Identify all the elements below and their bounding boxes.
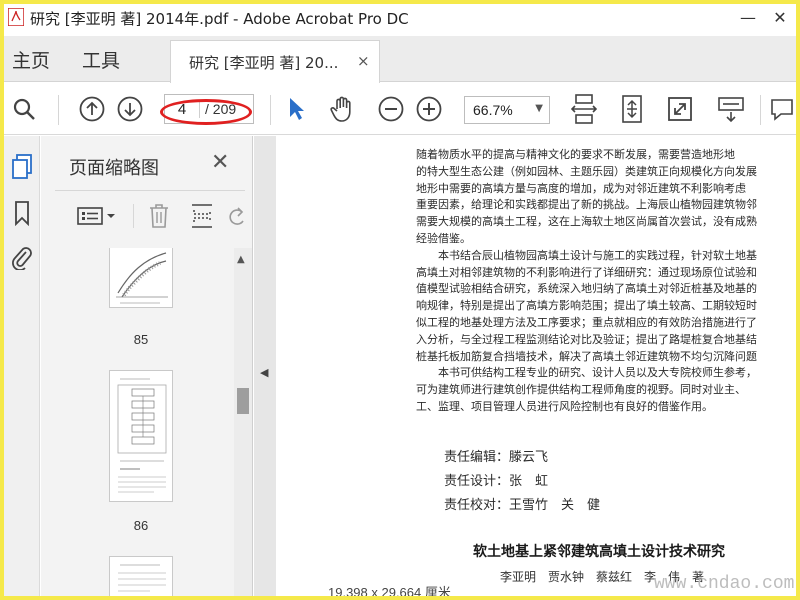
body-text-line: 入分析，与全过程工程监测结论对比及验证；提出了路堤桩复合地基结 [416, 332, 757, 346]
main-toolbar: / 209 66.7% ▼ [4, 83, 796, 135]
rotate-page-icon[interactable] [225, 200, 249, 232]
body-text-line: 地形中需要的高填方量与高度的增加，成为对邻近建筑不利影响考虑 [416, 181, 746, 195]
collapse-left-icon[interactable]: ◀ [260, 366, 268, 379]
body-text-line: 工、监理、项目管理人员进行风险控制也有良好的借鉴作用。 [416, 400, 713, 413]
page-up-icon[interactable] [76, 83, 108, 135]
fit-width-icon[interactable] [568, 83, 600, 135]
body-text-line: 需要大规模的高填土工程，这在上海软土地区尚属首次尝试，没有成熟 [416, 215, 757, 229]
close-window-button[interactable]: ✕ [766, 4, 794, 30]
thumbnails-panel: 页面缩略图 ✕ 85 86 ▲ [41, 136, 253, 596]
chevron-down-icon: ▼ [535, 103, 543, 114]
thumbnail-list: 85 86 [41, 248, 237, 596]
tab-home[interactable]: 主页 [12, 46, 50, 73]
panel-collapse-strip[interactable]: ◀ [254, 136, 276, 596]
title-bar: 研究 [李亚明 著] 2014年.pdf - Adobe Acrobat Pro… [4, 4, 796, 30]
toolbar-divider [760, 95, 761, 125]
body-text-line: 经验借鉴。 [416, 232, 471, 245]
red-highlight-oval [160, 99, 252, 125]
body-text-line: 可为建筑师进行建筑创作提供结构工程师角度的视野。同时对业主、 [416, 383, 746, 397]
tab-bar: 主页 工具 研究 [李亚明 著] 20... × [4, 36, 796, 83]
body-text-line: 值模型试验相结合研究，系统深入地归纳了高填土对邻近桩基及地基的 [416, 282, 757, 296]
tab-tools[interactable]: 工具 [82, 46, 120, 73]
body-text-line: 本书可供结构工程专业的研究、设计人员以及大专院校师生参考， [416, 366, 757, 380]
body-text-line: 本书结合辰山植物园高填土设计与施工的实践过程，针对软土地基 [416, 248, 757, 262]
body-text-line: 随着物质水平的提高与精神文化的要求不断发展，需要营造地形地 [416, 148, 735, 161]
panel-title: 页面缩略图 [69, 158, 159, 179]
watermark-text: www.cndao.com [654, 574, 795, 594]
body-text-line: 重要因素，给理论和实践都提出了新的挑战。上海辰山植物园建筑物邻 [416, 198, 757, 212]
thumbnail-label: 86 [133, 518, 149, 533]
scrollbar-thumb[interactable] [237, 388, 249, 414]
zoom-in-icon[interactable] [414, 83, 444, 135]
attachment-icon[interactable] [9, 242, 35, 272]
thumbnail-scrollbar[interactable]: ▲ [234, 248, 252, 596]
body-text-line: 响规律，特别是提出了高填方影响范围；提出了填土较高、工期较短时 [416, 299, 757, 313]
close-tab-icon[interactable]: × [357, 52, 370, 70]
page-down-icon[interactable] [114, 83, 146, 135]
toolbar-divider [58, 95, 59, 125]
thumbnail-page-85[interactable] [109, 248, 173, 308]
body-text-line: 桩基托板加筋复合挡墙技术，解决了高填土邻近建筑物不均匀沉降问题 [416, 349, 757, 363]
search-icon[interactable] [8, 83, 40, 135]
panel-divider [55, 190, 245, 191]
page-size-readout: 19.398 x 29.664 厘米 [328, 585, 451, 596]
document-tab-label: 研究 [李亚明 著] 20... [189, 54, 339, 72]
body-text-line: 高填土对相邻建筑物的不利影响进行了详细研究：通过现场原位试验和 [416, 265, 757, 279]
left-rail [4, 136, 40, 596]
fullscreen-icon[interactable] [664, 83, 696, 135]
thumbnail-options-icon[interactable] [71, 200, 127, 232]
credit-line: 责任设计：张 虹 [444, 474, 549, 489]
close-panel-icon[interactable]: ✕ [211, 150, 229, 175]
scroll-up-icon[interactable]: ▲ [237, 254, 245, 265]
credit-line: 责任编辑：滕云飞 [444, 450, 549, 465]
tab-document[interactable]: 研究 [李亚明 著] 20... × [170, 40, 380, 83]
credit-line: 责任校对：王雪竹 关 健 [444, 498, 601, 513]
fit-page-icon[interactable] [616, 83, 648, 135]
hand-tool-icon[interactable] [326, 83, 360, 135]
thumbnail-page-86[interactable] [109, 370, 173, 502]
acrobat-window: 研究 [李亚明 著] 2014年.pdf - Adobe Acrobat Pro… [4, 4, 796, 596]
comment-icon[interactable] [768, 83, 796, 135]
toolbar-divider [270, 95, 271, 125]
read-mode-icon[interactable] [714, 83, 748, 135]
zoom-value: 66.7% [473, 102, 513, 118]
document-page: 随着物质水平的提高与精神文化的要求不断发展，需要营造地形地的特大型生态公建（例如… [276, 136, 796, 596]
bookmark-icon[interactable] [9, 198, 35, 228]
insert-page-icon[interactable] [187, 200, 217, 232]
zoom-select[interactable]: 66.7% ▼ [464, 96, 550, 124]
delete-page-icon[interactable] [145, 200, 173, 232]
zoom-out-icon[interactable] [376, 83, 406, 135]
panel-tool-divider [133, 204, 134, 228]
acrobat-icon [7, 7, 25, 27]
thumbnail-label: 85 [133, 332, 149, 347]
book-title: 软土地基上紧邻建筑高填土设计技术研究 [473, 544, 725, 560]
thumbnail-page-87[interactable] [109, 556, 173, 596]
body-text-line: 的特大型生态公建（例如园林、主题乐园）类建筑正向规模化方向发展 [416, 164, 757, 178]
minimize-button[interactable]: — [734, 4, 762, 30]
body-text-line: 似工程的地基处理方法及工序要求；重点就相应的有效防治措施进行了 [416, 316, 757, 329]
page-thumbnails-icon[interactable] [9, 152, 35, 182]
window-title: 研究 [李亚明 著] 2014年.pdf - Adobe Acrobat Pro… [30, 10, 409, 28]
select-arrow-icon[interactable] [282, 83, 310, 135]
